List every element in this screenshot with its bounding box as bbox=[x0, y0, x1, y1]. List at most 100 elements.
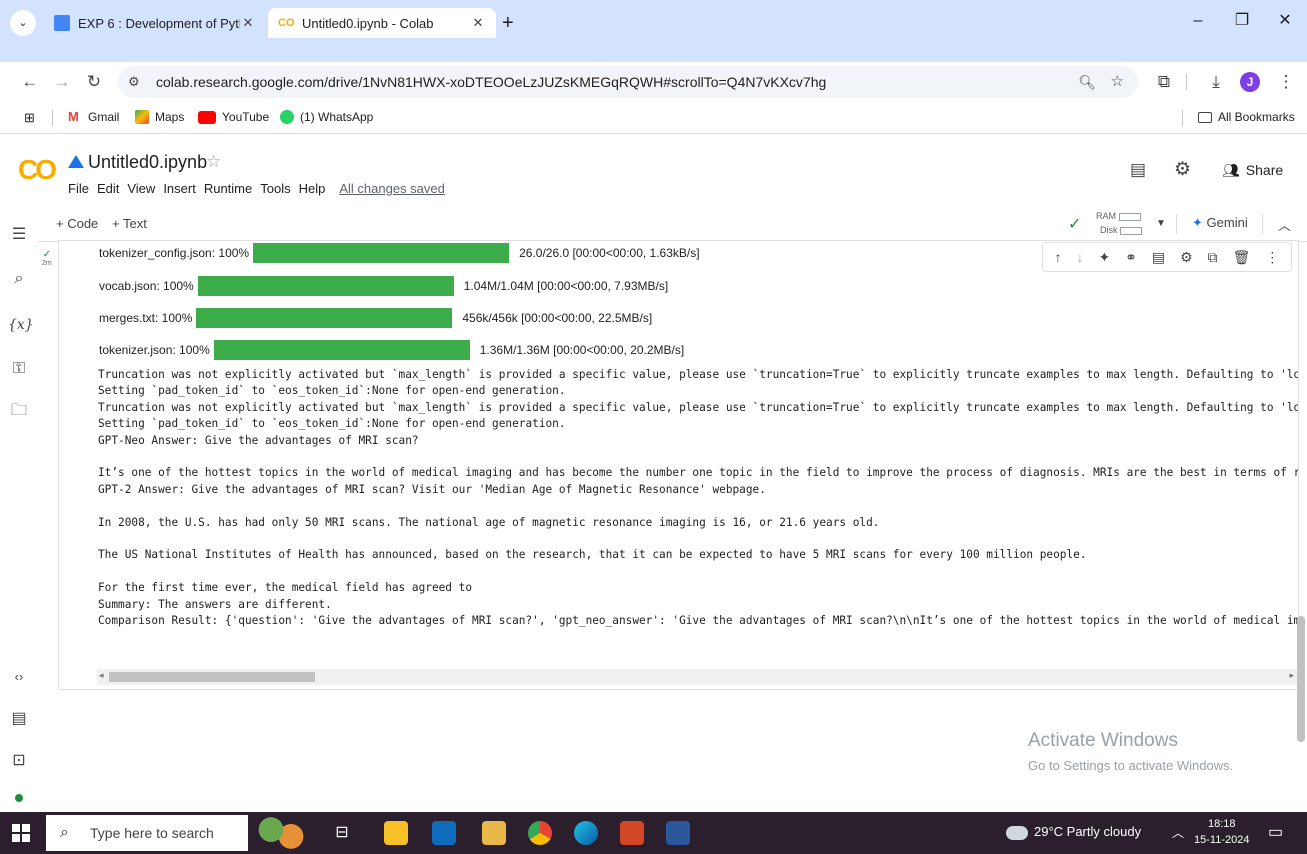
apps-icon[interactable]: ⊞ bbox=[24, 110, 35, 126]
weather-widget[interactable]: 29°C Partly cloudy bbox=[1006, 824, 1141, 840]
star-icon[interactable]: ☆ bbox=[206, 152, 221, 172]
chrome-icon[interactable] bbox=[528, 821, 552, 845]
bookmark-gmail[interactable]: M Gmail bbox=[68, 109, 119, 125]
gemini-button[interactable]: ✦ Gemini bbox=[1192, 215, 1248, 231]
colab-header: CO Untitled0.ipynb ☆ File Edit View Inse… bbox=[0, 134, 1307, 206]
close-tab-icon[interactable]: ✕ bbox=[240, 15, 256, 31]
download-icon[interactable]: ⤓ bbox=[1202, 68, 1230, 96]
tab-colab[interactable]: CO Untitled0.ipynb - Colab ✕ bbox=[268, 8, 496, 38]
menu-edit[interactable]: Edit bbox=[97, 181, 119, 196]
bookmark-maps[interactable]: Maps bbox=[135, 110, 184, 124]
scrollbar-thumb[interactable] bbox=[109, 672, 315, 682]
table-of-contents-icon[interactable]: ☰ bbox=[8, 224, 30, 246]
site-info-icon[interactable]: ⚙ bbox=[128, 66, 140, 98]
settings-gear-icon[interactable]: ⚙ bbox=[1174, 158, 1191, 181]
resources-dropdown-icon[interactable]: ▼ bbox=[1156, 218, 1166, 229]
progress-label: tokenizer_config.json: 100% bbox=[99, 246, 250, 260]
clock[interactable]: 18:18 15-11-2024 bbox=[1194, 816, 1249, 848]
cell-settings-gear-icon[interactable]: ⚙ bbox=[1180, 249, 1193, 266]
bookmark-whatsapp[interactable]: (1) WhatsApp bbox=[280, 110, 373, 124]
menu-help[interactable]: Help bbox=[299, 181, 326, 196]
profile-avatar[interactable]: J bbox=[1240, 72, 1260, 92]
search-icon[interactable]: ⌕ bbox=[8, 268, 30, 290]
add-text-button[interactable]: + Text bbox=[112, 216, 147, 231]
tray-chevron-icon[interactable]: ︿ bbox=[1172, 824, 1184, 841]
files-folder-icon[interactable]: 🗀 bbox=[8, 400, 30, 422]
restore-icon[interactable]: ❐ bbox=[1220, 6, 1264, 36]
reload-icon[interactable]: ↻ bbox=[80, 68, 108, 96]
progress-label: tokenizer.json: 100% bbox=[99, 343, 210, 357]
gemini-label: Gemini bbox=[1206, 215, 1248, 230]
taskbar-search-box[interactable]: ⌕ Type here to search bbox=[46, 815, 248, 851]
zoom-icon[interactable]: 🔍︎ bbox=[1078, 66, 1096, 98]
back-icon[interactable]: ← bbox=[16, 68, 44, 96]
share-people-icon: 👥︎ bbox=[1222, 162, 1240, 178]
tab-exp6[interactable]: EXP 6 : Development of Python ✕ bbox=[44, 8, 266, 38]
save-status[interactable]: All changes saved bbox=[339, 181, 445, 196]
notifications-icon[interactable]: ▭ bbox=[1268, 822, 1283, 842]
share-button[interactable]: 👥︎ Share bbox=[1222, 162, 1283, 179]
move-up-icon[interactable]: ↑ bbox=[1054, 249, 1061, 265]
more-menu-icon[interactable]: ⋮ bbox=[1272, 68, 1300, 96]
add-code-button[interactable]: + Code bbox=[56, 216, 98, 231]
secrets-key-icon[interactable]: ⚿ bbox=[8, 358, 30, 380]
new-tab-button[interactable]: + bbox=[502, 12, 522, 36]
close-tab-icon[interactable]: ✕ bbox=[470, 15, 486, 31]
tab-search-button[interactable]: ⌄ bbox=[10, 10, 36, 36]
powerpoint-icon[interactable] bbox=[620, 821, 644, 845]
task-view-icon[interactable]: ⊟ bbox=[330, 821, 354, 845]
exec-time: 2m bbox=[42, 260, 52, 267]
menu-runtime[interactable]: Runtime bbox=[204, 181, 252, 196]
edge-icon[interactable] bbox=[574, 821, 598, 845]
extensions-icon[interactable]: ⧉ bbox=[1150, 68, 1178, 96]
delete-trash-icon[interactable]: 🗑︎ bbox=[1233, 249, 1251, 266]
bookmark-label: YouTube bbox=[222, 110, 270, 124]
exec-check-icon: ✓ bbox=[42, 249, 52, 260]
comments-icon[interactable]: ▤ bbox=[1130, 160, 1146, 180]
horizontal-scrollbar[interactable]: ◂ ▸ bbox=[97, 669, 1297, 685]
move-down-icon[interactable]: ↓ bbox=[1076, 249, 1083, 265]
bookmark-youtube[interactable]: YouTube bbox=[198, 110, 269, 124]
file-explorer-icon[interactable] bbox=[384, 821, 408, 845]
scroll-right-icon[interactable]: ▸ bbox=[1289, 670, 1294, 681]
outlook-icon[interactable] bbox=[432, 821, 456, 845]
resources-indicator[interactable]: RAM Disk bbox=[1096, 209, 1143, 237]
notebook-title[interactable]: Untitled0.ipynb bbox=[88, 152, 207, 173]
address-bar[interactable]: ⚙ colab.research.google.com/drive/1NvN81… bbox=[118, 66, 1138, 98]
forward-icon[interactable]: → bbox=[48, 68, 76, 96]
minimize-icon[interactable]: – bbox=[1176, 6, 1220, 36]
scroll-left-icon[interactable]: ◂ bbox=[99, 670, 104, 681]
word-icon[interactable] bbox=[666, 821, 690, 845]
menu-file[interactable]: File bbox=[68, 181, 89, 196]
vertical-scrollbar-thumb[interactable] bbox=[1297, 616, 1305, 742]
terminal-icon[interactable]: ⊡ bbox=[8, 750, 30, 772]
variables-icon[interactable]: {x} bbox=[8, 314, 34, 336]
colab-logo[interactable]: CO bbox=[18, 154, 57, 186]
diwali-widget-icon[interactable] bbox=[256, 816, 306, 850]
bookmark-star-icon[interactable]: ☆ bbox=[1111, 66, 1124, 98]
drive-icon bbox=[68, 155, 84, 168]
menu-view[interactable]: View bbox=[127, 181, 155, 196]
console-line: GPT-Neo Answer: Give the advantages of M… bbox=[98, 433, 419, 447]
more-options-icon[interactable]: ⋮ bbox=[1265, 249, 1279, 266]
cell-exec-status: ✓ 2m bbox=[42, 250, 52, 268]
progress-stats: 26.0/26.0 [00:00<00:00, 1.63kB/s] bbox=[519, 246, 700, 260]
menu-insert[interactable]: Insert bbox=[163, 181, 196, 196]
close-window-icon[interactable]: ✕ bbox=[1263, 6, 1307, 36]
code-snippets-icon[interactable]: ‹› bbox=[8, 666, 30, 688]
windows-start-icon[interactable] bbox=[12, 824, 30, 842]
command-palette-icon[interactable]: ▤ bbox=[8, 708, 30, 730]
menu-tools[interactable]: Tools bbox=[260, 181, 290, 196]
comment-icon[interactable]: ▤ bbox=[1152, 249, 1165, 266]
bookmark-label: (1) WhatsApp bbox=[300, 110, 374, 124]
all-bookmarks-button[interactable]: All Bookmarks bbox=[1198, 110, 1295, 124]
store-icon[interactable] bbox=[482, 821, 506, 845]
collapse-chevron-icon[interactable]: ︿ bbox=[1278, 215, 1291, 234]
gmail-icon: M bbox=[68, 109, 79, 124]
gemini-sparkle-icon[interactable]: ✦ bbox=[1098, 249, 1110, 266]
notebook-toolbar: + Code + Text ✓ RAM Disk ▼ ✦ Gemini ︿ bbox=[0, 206, 1307, 242]
mirror-cell-icon[interactable]: ⧉ bbox=[1208, 249, 1218, 266]
link-icon[interactable]: ⚭ bbox=[1125, 249, 1137, 266]
